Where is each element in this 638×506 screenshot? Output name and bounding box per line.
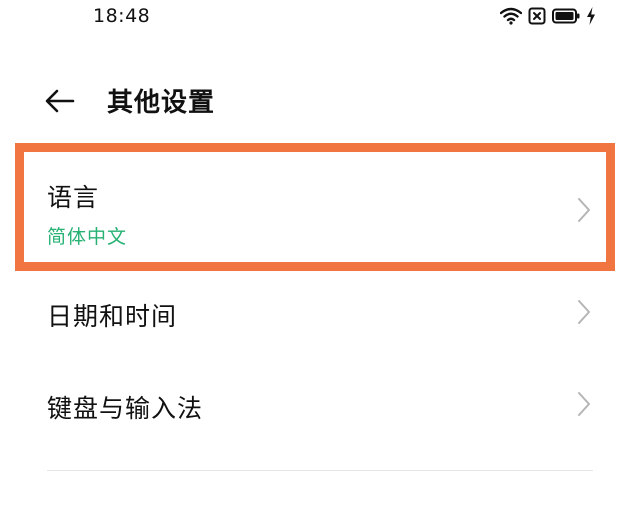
battery-icon xyxy=(552,8,580,24)
back-arrow-icon[interactable] xyxy=(44,87,76,115)
status-icons xyxy=(500,6,596,26)
chevron-right-icon xyxy=(576,298,592,326)
status-time: 18:48 xyxy=(93,5,151,27)
wifi-icon xyxy=(500,7,522,25)
chevron-right-icon xyxy=(576,390,592,418)
charging-icon xyxy=(586,7,596,25)
highlight-box xyxy=(15,143,615,271)
date-time-row[interactable]: 日期和时间 xyxy=(0,280,638,348)
page-title: 其他设置 xyxy=(107,88,216,118)
sim-x-icon xyxy=(528,7,546,25)
date-time-label: 日期和时间 xyxy=(47,302,178,331)
header: 其他设置 xyxy=(0,78,638,124)
keyboard-input-row[interactable]: 键盘与输入法 xyxy=(0,372,638,440)
keyboard-input-label: 键盘与输入法 xyxy=(47,394,204,423)
divider xyxy=(47,470,593,471)
status-bar: 18:48 xyxy=(0,0,638,34)
